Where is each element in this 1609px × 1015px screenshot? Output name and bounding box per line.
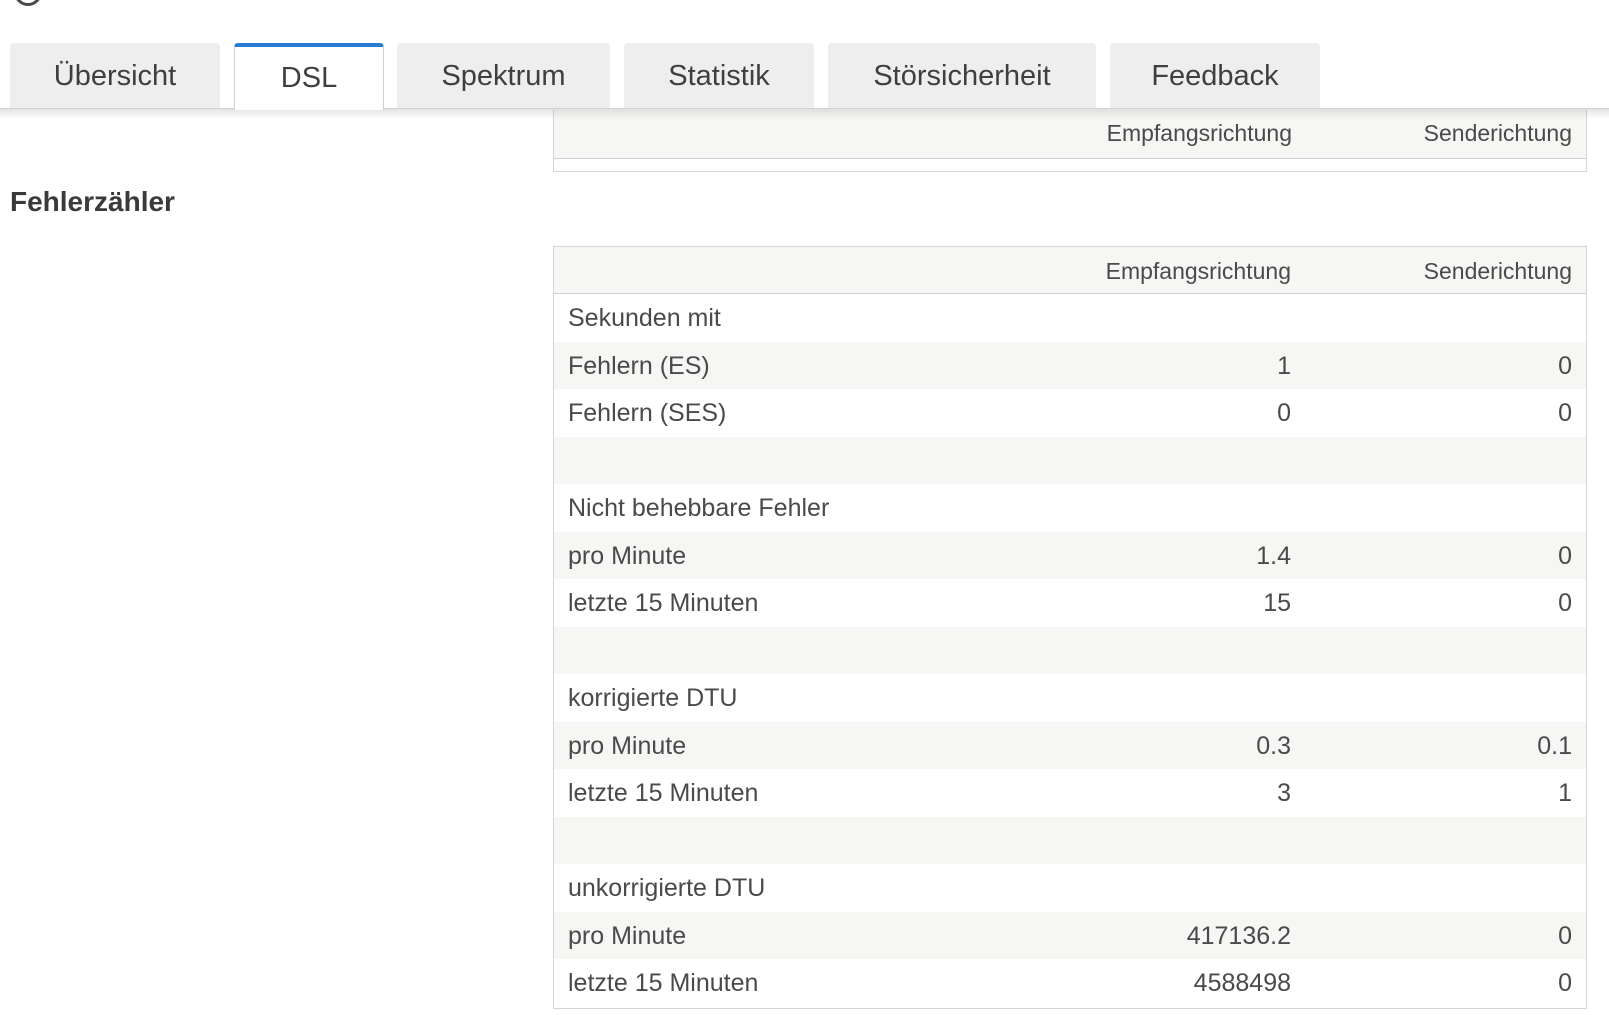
row-value-rx: 3 (1277, 779, 1291, 807)
table-row: Sekunden mit (554, 294, 1586, 342)
row-value-tx: 0 (1558, 399, 1572, 427)
tab-uebersicht[interactable]: Übersicht (10, 43, 220, 109)
tab-dsl[interactable]: DSL (234, 43, 384, 110)
table-row-spacer (554, 816, 1586, 864)
row-label: Fehlern (SES) (568, 399, 727, 427)
row-value-rx: 0 (1277, 399, 1291, 427)
table-row: pro Minute 417136.2 0 (554, 911, 1586, 959)
table-row: Nicht behebbare Fehler (554, 484, 1586, 532)
table-row: Fehlern (ES) 1 0 (554, 341, 1586, 389)
row-value-tx: 0 (1558, 969, 1572, 997)
section-title: Fehlerzähler (10, 186, 175, 217)
row-label: Nicht behebbare Fehler (568, 494, 830, 522)
tab-feedback[interactable]: Feedback (1110, 43, 1320, 109)
tab-statistik[interactable]: Statistik (624, 43, 814, 109)
table-row-spacer (554, 626, 1586, 674)
row-value-tx: 0.1 (1537, 731, 1572, 760)
row-value-tx: 0 (1558, 589, 1572, 617)
page: Übersicht DSL Spektrum Statistik Störsic… (0, 0, 1609, 1015)
table-row: unkorrigierte DTU (554, 864, 1586, 912)
row-value-tx: 0 (1558, 921, 1572, 950)
error-table-col-tx: Senderichtung (1423, 258, 1572, 284)
table-row: korrigierte DTU (554, 674, 1586, 722)
error-table-col-rx: Empfangsrichtung (1105, 258, 1291, 284)
table-row: pro Minute 1.4 0 (554, 531, 1586, 579)
row-label: letzte 15 Minuten (568, 969, 759, 997)
previous-table-tail (554, 159, 1586, 171)
table-row: letzte 15 Minuten 15 0 (554, 579, 1586, 627)
row-label: Sekunden mit (568, 304, 721, 332)
tab-spektrum[interactable]: Spektrum (397, 43, 610, 109)
row-value-rx: 1.4 (1256, 541, 1291, 570)
row-label: letzte 15 Minuten (568, 779, 759, 807)
row-value-rx: 417136.2 (1186, 921, 1291, 950)
tab-stoersicherheit[interactable]: Störsicherheit (828, 43, 1096, 109)
row-label: pro Minute (568, 541, 687, 570)
previous-table: Empfangsrichtung Senderichtung (553, 110, 1587, 172)
row-label: Fehlern (ES) (568, 351, 710, 380)
previous-table-col-tx: Senderichtung (1423, 120, 1572, 146)
row-value-rx: 4588498 (1193, 969, 1291, 997)
table-row: Fehlern (SES) 0 0 (554, 389, 1586, 437)
tab-bar-shadow (0, 109, 1609, 119)
table-row: pro Minute 0.3 0.1 (554, 721, 1586, 769)
row-value-rx: 0.3 (1256, 731, 1291, 760)
table-row: letzte 15 Minuten 4588498 0 (554, 959, 1586, 1007)
row-value-rx: 1 (1277, 351, 1291, 380)
row-value-tx: 1 (1558, 779, 1572, 807)
row-label: letzte 15 Minuten (568, 589, 759, 617)
table-row-spacer (554, 436, 1586, 484)
row-value-rx: 15 (1263, 589, 1291, 617)
row-value-tx: 0 (1558, 541, 1572, 570)
row-label: unkorrigierte DTU (568, 874, 766, 902)
row-label: pro Minute (568, 921, 687, 950)
row-label: korrigierte DTU (568, 684, 738, 712)
error-table-header: Empfangsrichtung Senderichtung (554, 247, 1586, 294)
error-counter-table: Empfangsrichtung Senderichtung Sekunden … (553, 246, 1587, 1009)
row-label: pro Minute (568, 731, 687, 760)
row-value-tx: 0 (1558, 351, 1572, 380)
previous-table-col-rx: Empfangsrichtung (1106, 120, 1292, 146)
table-row: letzte 15 Minuten 3 1 (554, 769, 1586, 817)
tab-bar: Übersicht DSL Spektrum Statistik Störsic… (0, 0, 1609, 110)
